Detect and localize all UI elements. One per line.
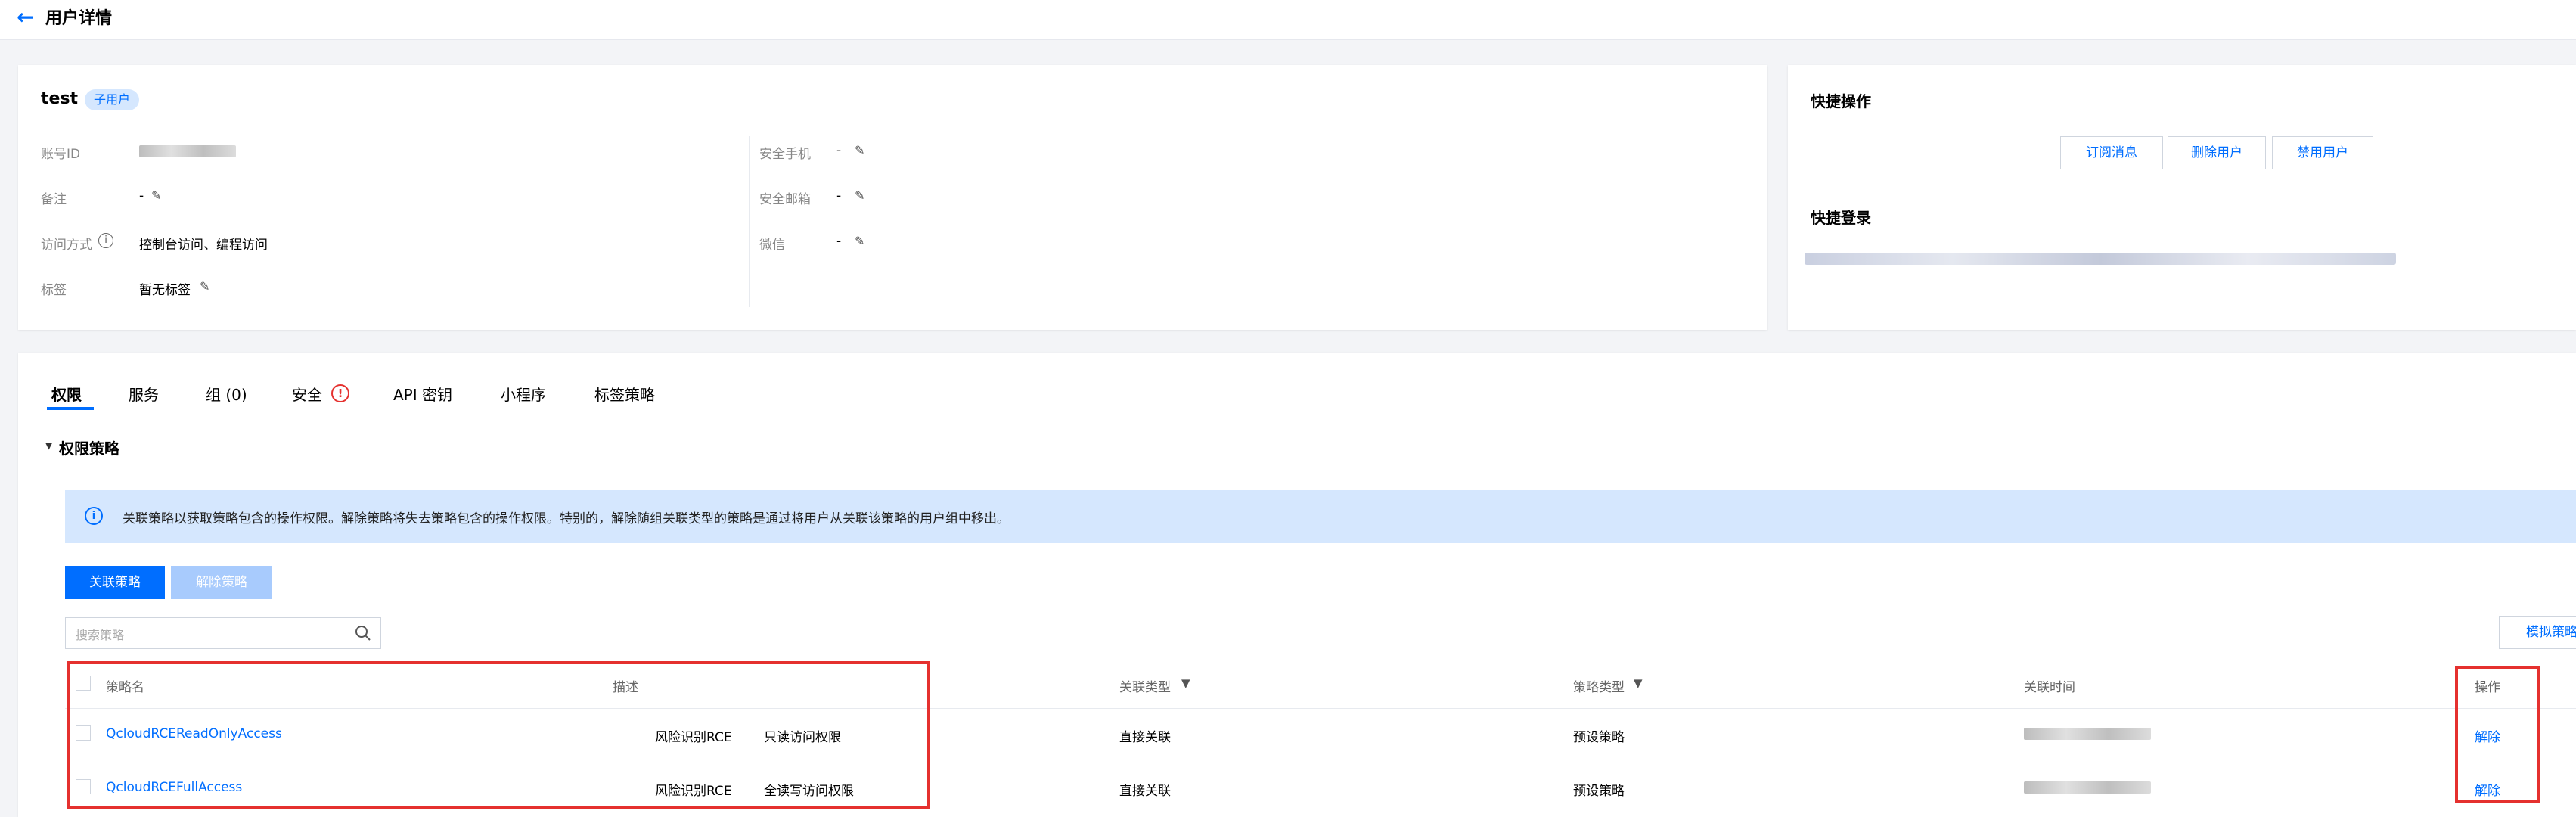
highlight-box-actions xyxy=(2455,666,2540,803)
detach-policy-button[interactable]: 解除策略 xyxy=(171,566,272,599)
policy-type-value: 预设策略 xyxy=(1573,784,1625,799)
edit-phone-icon[interactable]: ✎ xyxy=(855,143,864,157)
tab-permissions[interactable]: 权限 xyxy=(51,383,82,405)
info-icon[interactable]: i xyxy=(98,233,113,248)
disable-user-button[interactable]: 禁用用户 xyxy=(2272,136,2373,169)
attach-policy-button[interactable]: 关联策略 xyxy=(65,566,165,599)
tab-services[interactable]: 服务 xyxy=(129,383,159,405)
subscribe-button[interactable]: 订阅消息 xyxy=(2060,136,2163,169)
back-arrow-icon[interactable]: ← xyxy=(17,5,34,30)
field-label-phone: 安全手机 xyxy=(759,147,811,162)
delete-user-button[interactable]: 删除用户 xyxy=(2168,136,2266,169)
field-label-wechat: 微信 xyxy=(759,238,785,253)
warning-icon: ! xyxy=(331,384,349,402)
email-value: - xyxy=(836,188,842,203)
th-assoc-time: 关联时间 xyxy=(2024,680,2075,695)
remark-value: - xyxy=(139,188,144,203)
edit-remark-icon[interactable]: ✎ xyxy=(151,188,161,203)
assoc-type-filter-icon[interactable]: ▼ xyxy=(1181,676,1190,690)
field-divider xyxy=(749,136,750,307)
field-label-access-method: 访问方式 xyxy=(41,238,92,253)
quick-ops-title: 快捷操作 xyxy=(1811,92,1871,110)
tab-mini-program[interactable]: 小程序 xyxy=(501,383,546,405)
access-method-value: 控制台访问、编程访问 xyxy=(139,238,268,253)
highlight-box-policy xyxy=(67,661,930,809)
field-label-account-id: 账号ID xyxy=(41,147,81,162)
tags-value: 暂无标签 xyxy=(139,283,191,298)
tab-security[interactable]: 安全 xyxy=(292,383,322,405)
quick-login-title: 快捷登录 xyxy=(1811,209,1871,227)
active-tab-indicator xyxy=(47,407,94,410)
simulate-policy-button[interactable]: 模拟策略 xyxy=(2499,616,2576,649)
user-name: test xyxy=(41,89,79,108)
section-title: 权限策略 xyxy=(59,440,119,458)
page-title: 用户详情 xyxy=(45,9,113,28)
field-label-tags: 标签 xyxy=(41,283,67,298)
th-assoc-type: 关联类型 xyxy=(1119,680,1171,695)
info-circle-icon: i xyxy=(85,507,103,525)
account-id-value-redacted xyxy=(139,145,236,157)
notice-text: 关联策略以获取策略包含的操作权限。解除策略将失去策略包含的操作权限。特别的，解除… xyxy=(123,511,1010,527)
policy-type-filter-icon[interactable]: ▼ xyxy=(1634,676,1643,690)
user-info-card xyxy=(18,65,1767,330)
tab-api-keys[interactable]: API 密钥 xyxy=(393,383,452,405)
edit-email-icon[interactable]: ✎ xyxy=(855,188,864,203)
policy-type-value: 预设策略 xyxy=(1573,730,1625,745)
edit-wechat-icon[interactable]: ✎ xyxy=(855,234,864,248)
assoc-type-value: 直接关联 xyxy=(1119,784,1171,799)
field-label-remark: 备注 xyxy=(41,192,67,207)
phone-value: - xyxy=(836,143,842,158)
search-placeholder: 搜索策略 xyxy=(76,628,125,642)
collapse-triangle-icon[interactable]: ▼ xyxy=(45,440,52,451)
quick-login-link-redacted[interactable] xyxy=(1805,253,2396,265)
field-label-email: 安全邮箱 xyxy=(759,192,811,207)
th-policy-type: 策略类型 xyxy=(1573,680,1625,695)
quick-actions-card xyxy=(1788,65,2576,330)
tab-groups[interactable]: 组 (0) xyxy=(206,383,247,405)
user-type-badge: 子用户 xyxy=(85,89,140,110)
assoc-time-redacted xyxy=(2024,728,2151,740)
assoc-time-redacted xyxy=(2024,781,2151,794)
edit-tags-icon[interactable]: ✎ xyxy=(200,279,209,294)
tab-tag-policy[interactable]: 标签策略 xyxy=(594,383,655,405)
top-bar xyxy=(0,0,2576,40)
wechat-value: - xyxy=(836,234,842,249)
assoc-type-value: 直接关联 xyxy=(1119,730,1171,745)
search-icon[interactable] xyxy=(354,624,372,642)
